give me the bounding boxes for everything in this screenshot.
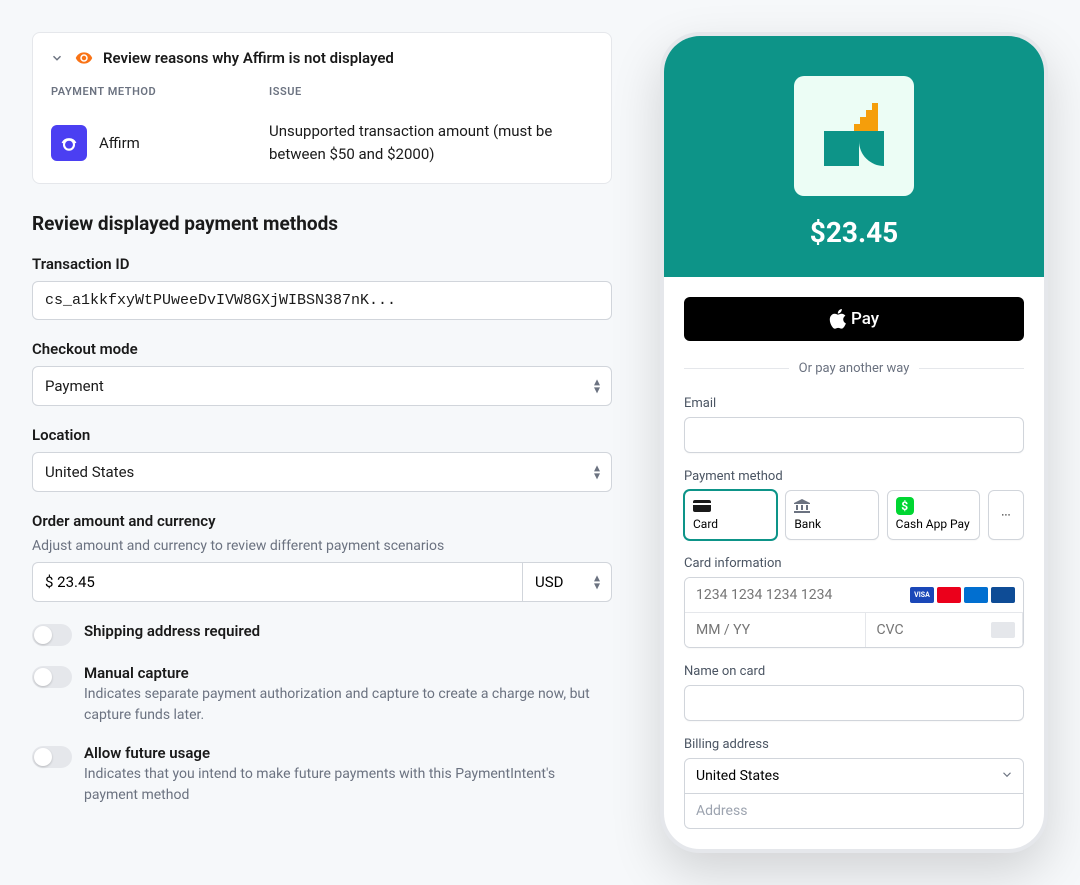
checkout-mode-label: Checkout mode [32, 340, 612, 358]
bank-icon [794, 499, 869, 513]
location-label: Location [32, 426, 612, 444]
manual-capture-desc: Indicates separate payment authorization… [84, 684, 612, 726]
col-payment-method: PAYMENT METHOD [51, 85, 267, 110]
billing-country-select[interactable]: United States [684, 758, 1024, 794]
name-label: Name on card [684, 664, 1024, 679]
location-select[interactable]: United States [32, 452, 612, 492]
billing-label: Billing address [684, 737, 1024, 752]
billing-address-input[interactable]: Address [684, 794, 1024, 829]
apple-icon [829, 309, 849, 329]
issue-text: Unsupported transaction amount (must be … [269, 112, 593, 165]
cashapp-icon: $ [896, 499, 971, 513]
shipping-toggle[interactable] [32, 624, 72, 646]
divider [919, 368, 1024, 369]
alert-panel: Review reasons why Affirm is not display… [32, 32, 612, 184]
manual-capture-toggle[interactable] [32, 666, 72, 688]
chevron-down-icon [1000, 767, 1014, 786]
transaction-id-label: Transaction ID [32, 255, 612, 273]
section-heading: Review displayed payment methods [32, 212, 612, 235]
phone-preview: $23.45 Pay Or pay another way Email Pay [660, 32, 1048, 853]
card-icon [693, 499, 768, 513]
checkout-price: $23.45 [684, 216, 1024, 249]
divider [684, 368, 789, 369]
future-usage-desc: Indicates that you intend to make future… [84, 764, 612, 806]
eye-icon [75, 49, 93, 67]
amount-label: Order amount and currency [32, 512, 612, 530]
future-usage-toggle[interactable] [32, 746, 72, 768]
name-input[interactable] [684, 685, 1024, 721]
pm-option-cashapp[interactable]: $ Cash App Pay [887, 490, 980, 540]
chevron-down-icon[interactable] [49, 50, 65, 66]
shipping-label: Shipping address required [84, 622, 612, 640]
amount-input[interactable] [32, 562, 522, 602]
email-label: Email [684, 396, 1024, 411]
alert-row: Affirm Unsupported transaction amount (m… [51, 112, 593, 165]
card-expiry-input[interactable] [685, 613, 866, 647]
apple-pay-button[interactable]: Pay [684, 297, 1024, 341]
alert-title: Review reasons why Affirm is not display… [103, 49, 394, 67]
currency-select[interactable]: USD [522, 562, 612, 602]
card-brand-icons: VISA [910, 587, 1015, 603]
payment-method-label: Payment method [684, 469, 1024, 484]
cvc-icon [991, 622, 1015, 638]
affirm-icon [51, 125, 87, 161]
pm-name: Affirm [99, 134, 140, 152]
merchant-logo [794, 76, 914, 196]
divider-text: Or pay another way [799, 361, 910, 376]
col-issue: ISSUE [269, 85, 593, 110]
manual-capture-label: Manual capture [84, 664, 612, 682]
card-info-label: Card information [684, 556, 1024, 571]
pm-option-more[interactable]: ··· [988, 490, 1024, 540]
checkout-mode-select[interactable]: Payment [32, 366, 612, 406]
transaction-id-input[interactable] [32, 281, 612, 320]
email-input[interactable] [684, 417, 1024, 453]
amount-help: Adjust amount and currency to review dif… [32, 538, 612, 554]
future-usage-label: Allow future usage [84, 744, 612, 762]
pm-option-bank[interactable]: Bank [785, 490, 878, 540]
pm-option-card[interactable]: Card [684, 490, 777, 540]
